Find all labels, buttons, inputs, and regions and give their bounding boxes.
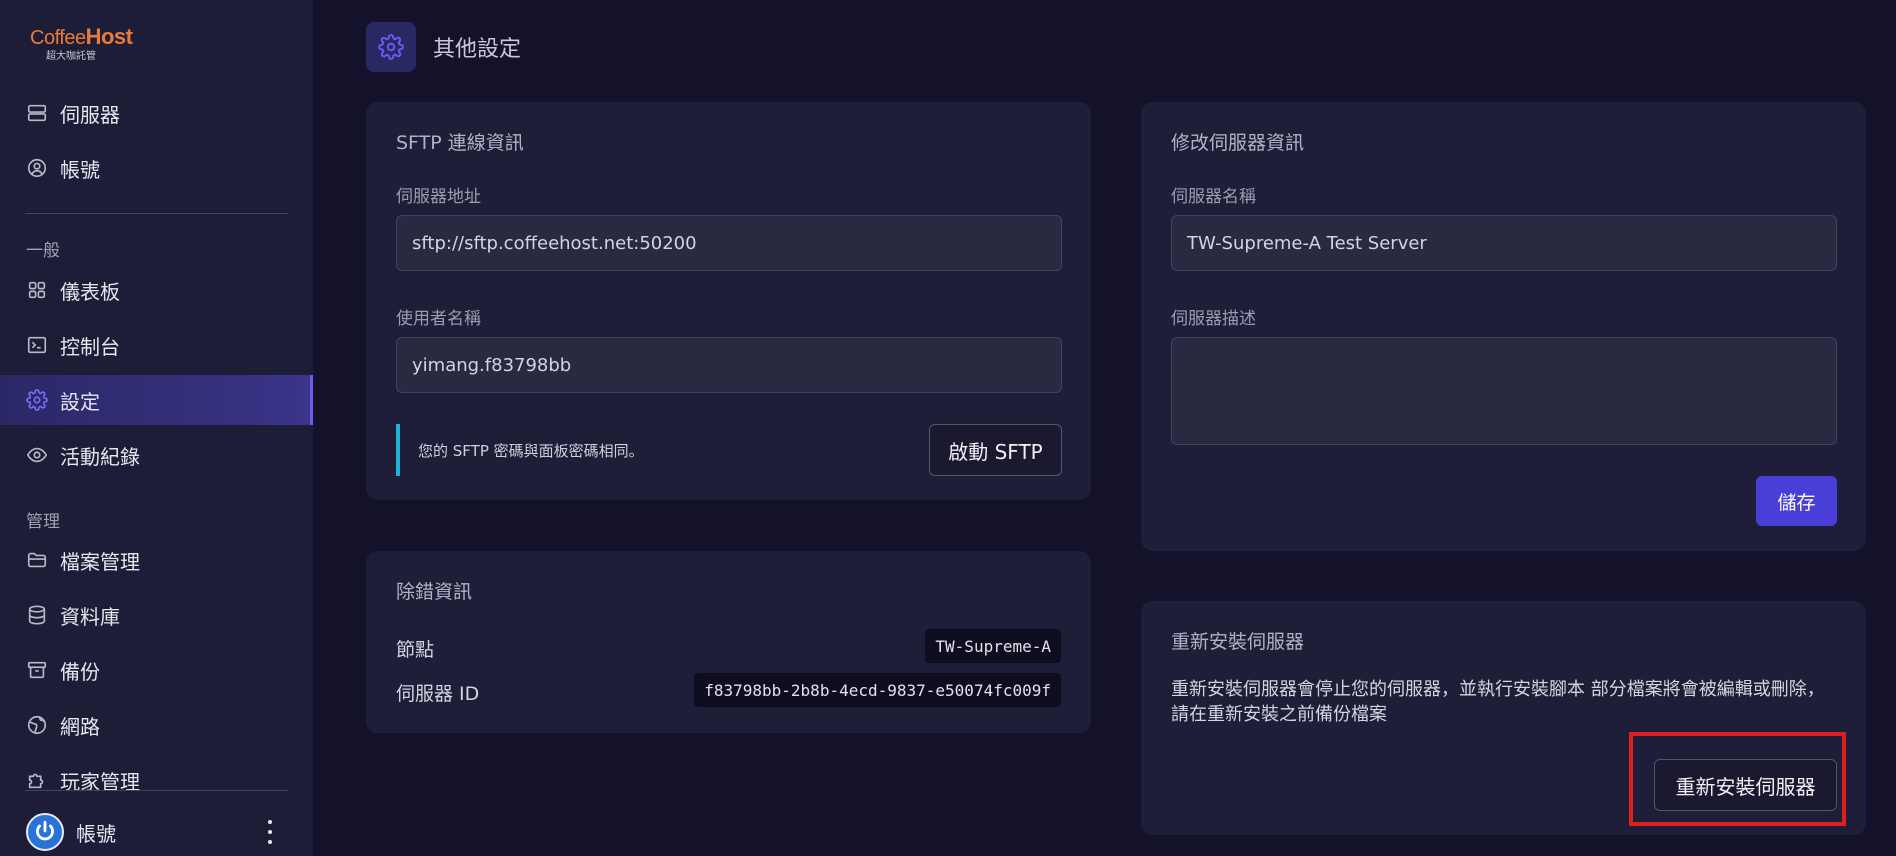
sidebar-item-label: 資料庫 — [60, 604, 120, 629]
avatar[interactable] — [26, 813, 64, 851]
sftp-address-field[interactable]: sftp://sftp.coffeehost.net:50200 — [396, 215, 1062, 271]
debug-card: 除錯資訊 節點 TW-Supreme-A 伺服器 ID f83798bb-2b8… — [366, 551, 1091, 733]
dashboard-icon — [26, 279, 48, 301]
reinstall-description: 重新安裝伺服器會停止您的伺服器，並執行安裝腳本 部分檔案將會被編輯或刪除，請在重… — [1171, 679, 1825, 725]
sftp-address-label: 伺服器地址 — [396, 187, 481, 207]
sidebar-divider — [25, 213, 288, 214]
sftp-username-field[interactable]: yimang.f83798bb — [396, 337, 1062, 393]
folder-icon — [26, 549, 48, 571]
account-menu[interactable]: 帳號 — [0, 808, 313, 856]
sidebar-item-dashboard[interactable]: 儀表板 — [0, 265, 313, 315]
server-id-value: f83798bb-2b8b-4ecd-9837-e50074fc009f — [694, 673, 1061, 707]
database-icon — [26, 604, 48, 626]
sidebar-item-label: 伺服器 — [60, 102, 120, 127]
sidebar-item-players[interactable]: 玩家管理 — [0, 755, 313, 805]
launch-sftp-button[interactable]: 啟動 SFTP — [929, 424, 1062, 476]
page-header: 其他設定 — [366, 22, 521, 72]
sidebar-item-settings[interactable]: 設定 — [0, 375, 313, 425]
sidebar-item-label: 儀表板 — [60, 279, 120, 304]
edit-server-card: 修改伺服器資訊 伺服器名稱 TW-Supreme-A Test Server 伺… — [1141, 102, 1866, 551]
archive-icon — [26, 659, 48, 681]
gear-icon — [26, 389, 48, 411]
section-label-manage: 管理 — [26, 512, 60, 532]
sidebar-item-label: 檔案管理 — [60, 549, 140, 574]
node-label: 節點 — [396, 639, 435, 661]
sidebar-item-activity[interactable]: 活動紀錄 — [0, 430, 313, 480]
sidebar-item-label: 控制台 — [60, 334, 120, 359]
sidebar-item-label: 帳號 — [60, 157, 100, 182]
more-options-icon[interactable] — [267, 820, 273, 844]
user-circle-icon — [26, 157, 48, 179]
sftp-card: SFTP 連線資訊 伺服器地址 sftp://sftp.coffeehost.n… — [366, 102, 1091, 500]
gear-icon — [366, 22, 416, 72]
reinstall-card: 重新安裝伺服器 重新安裝伺服器會停止您的伺服器，並執行安裝腳本 部分檔案將會被編… — [1141, 601, 1866, 835]
card-title: 修改伺服器資訊 — [1171, 132, 1305, 154]
sidebar-item-backup[interactable]: 備份 — [0, 645, 313, 695]
server-icon — [26, 102, 48, 124]
sidebar-item-label: 備份 — [60, 659, 100, 684]
logo-tagline: 超大咖託管 — [46, 51, 96, 62]
card-title: 除錯資訊 — [396, 581, 473, 603]
sidebar: CoffeeHost 超大咖託管 伺服器 帳號 一般 儀表板 控制台 設定 活動… — [0, 0, 313, 856]
sidebar-item-label: 活動紀錄 — [60, 444, 140, 469]
sftp-username-label: 使用者名稱 — [396, 309, 481, 329]
server-description-label: 伺服器描述 — [1171, 309, 1256, 329]
server-name-label: 伺服器名稱 — [1171, 187, 1256, 207]
puzzle-icon — [26, 769, 48, 791]
server-description-field[interactable] — [1171, 337, 1837, 445]
globe-icon — [26, 714, 48, 736]
page-title: 其他設定 — [433, 37, 522, 62]
sidebar-item-label: 設定 — [60, 389, 100, 414]
server-id-label: 伺服器 ID — [396, 683, 480, 705]
sidebar-item-label: 網路 — [60, 714, 100, 739]
save-button[interactable]: 儲存 — [1756, 476, 1837, 526]
power-icon — [36, 820, 54, 841]
coffeehost-logo[interactable]: CoffeeHost 超大咖託管 — [30, 24, 160, 63]
terminal-icon — [26, 334, 48, 356]
logo-word-coffee: Coffee — [30, 27, 86, 49]
server-name-field[interactable]: TW-Supreme-A Test Server — [1171, 215, 1837, 271]
logo-word-host: Host — [85, 24, 133, 49]
card-title: SFTP 連線資訊 — [396, 132, 524, 154]
account-name: 帳號 — [76, 821, 116, 846]
reinstall-server-button[interactable]: 重新安裝伺服器 — [1654, 759, 1837, 811]
sftp-password-note: 您的 SFTP 密碼與面板密碼相同。 — [396, 424, 644, 476]
section-label-general: 一般 — [26, 241, 60, 261]
sidebar-item-account[interactable]: 帳號 — [0, 143, 313, 193]
sidebar-item-files[interactable]: 檔案管理 — [0, 535, 313, 585]
card-title: 重新安裝伺服器 — [1171, 631, 1305, 653]
sidebar-item-console[interactable]: 控制台 — [0, 320, 313, 370]
node-value: TW-Supreme-A — [925, 629, 1061, 663]
sidebar-divider — [25, 790, 288, 791]
sidebar-item-network[interactable]: 網路 — [0, 700, 313, 750]
eye-icon — [26, 444, 48, 466]
sidebar-item-database[interactable]: 資料庫 — [0, 590, 313, 640]
sidebar-item-servers[interactable]: 伺服器 — [0, 88, 313, 138]
